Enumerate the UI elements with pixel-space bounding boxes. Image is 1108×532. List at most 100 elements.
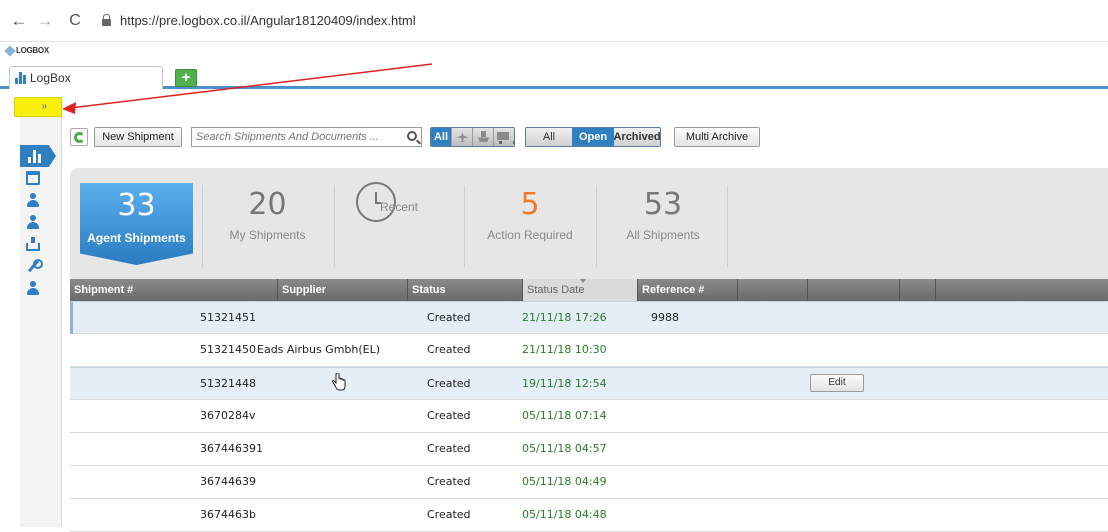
col-empty [808, 279, 900, 301]
lock-icon [102, 14, 111, 26]
table-row[interactable]: 36744639 Created 05/11/18 04:49 [70, 466, 1108, 499]
stat-all-shipments[interactable]: 53 All Shipments [603, 182, 723, 267]
logo-diamond-icon [4, 44, 16, 57]
col-supplier[interactable]: Supplier [278, 279, 408, 301]
tab-bar: LogBox + [0, 64, 1108, 89]
stat-my-shipments[interactable]: 20 My Shipments [210, 182, 325, 267]
table-row[interactable]: 367446391 Created 05/11/18 04:57 [70, 433, 1108, 466]
filter-open-button[interactable]: Open [572, 128, 614, 146]
transport-mode-filter: All [430, 127, 515, 147]
table-row[interactable]: 3670284v Created 05/11/18 07:14 [70, 400, 1108, 433]
filter-all-button[interactable]: All [526, 128, 572, 146]
back-arrow-icon[interactable]: ← [8, 11, 30, 31]
stat-count: 20 [248, 187, 287, 222]
stat-action-required[interactable]: 5 Action Required [470, 182, 590, 267]
cell-shipment: 51321451 [200, 311, 256, 324]
cell-status-date: 05/11/18 04:49 [522, 475, 607, 488]
divider [727, 185, 728, 267]
cell-reference: 9988 [651, 311, 679, 324]
stat-count: 53 [643, 187, 683, 222]
airplane-icon[interactable] [451, 128, 472, 146]
ship-icon[interactable] [472, 128, 493, 146]
url-text[interactable]: https://pre.logbox.co.il/Angular18120409… [120, 13, 416, 28]
table-row[interactable]: 51321448 Created 19/11/18 12:54 Edit [70, 367, 1108, 400]
col-empty [738, 279, 808, 301]
search-field[interactable] [191, 127, 422, 147]
filter-archived-button[interactable]: Archived [613, 128, 660, 146]
new-shipment-button[interactable]: New Shipment [94, 127, 182, 147]
cell-status: Created [427, 442, 471, 455]
cell-status-date: 05/11/18 04:48 [522, 508, 607, 521]
col-status[interactable]: Status [408, 279, 523, 301]
sidebar-user-icon[interactable] [26, 215, 40, 229]
table-row[interactable]: 51321451 Created 21/11/18 17:26 9988 [70, 301, 1108, 334]
sidebar-inbox-icon[interactable] [26, 237, 40, 251]
cell-shipment: 51321450 [200, 343, 256, 356]
cell-status: Created [427, 475, 471, 488]
logo-text: LOGBOX [16, 46, 49, 55]
truck-icon[interactable] [493, 128, 514, 146]
col-reference[interactable]: Reference # [638, 279, 738, 301]
cell-status: Created [427, 508, 471, 521]
cell-status-date: 21/11/18 17:26 [522, 311, 607, 324]
sort-desc-icon [580, 279, 586, 283]
stat-label: My Shipments [229, 228, 306, 242]
cell-status: Created [427, 343, 471, 356]
hand-cursor-icon [332, 373, 346, 391]
cell-status-date: 21/11/18 10:30 [522, 343, 607, 356]
cell-shipment: 51321448 [200, 377, 256, 390]
sidebar-item-dashboard[interactable] [20, 145, 56, 167]
search-input[interactable] [196, 131, 396, 143]
cell-supplier: Eads Airbus Gmbh(EL) [257, 343, 381, 356]
mode-all-button[interactable]: All [431, 128, 451, 146]
divider [464, 185, 465, 267]
app-logo: LOGBOX [4, 44, 49, 57]
browser-toolbar: ← → C https://pre.logbox.co.il/Angular18… [0, 0, 1108, 42]
shipments-grid: 51321451 Created 21/11/18 17:26 9988 513… [70, 301, 1108, 532]
table-row[interactable]: 3674463b Created 05/11/18 04:48 [70, 499, 1108, 532]
stat-count: 5 [520, 187, 540, 222]
col-status-date-label: Status Date [527, 284, 585, 296]
stat-label: Agent Shipments [87, 231, 186, 245]
stat-agent-shipments[interactable]: 33 Agent Shipments [80, 183, 193, 265]
forward-arrow-icon[interactable]: → [34, 11, 56, 31]
col-shipment[interactable]: Shipment # [70, 279, 278, 301]
cell-shipment: 367446391 [200, 442, 263, 455]
sidebar-wrench-icon[interactable] [26, 259, 43, 273]
tab-logbox[interactable]: LogBox [9, 66, 163, 89]
multi-archive-button[interactable]: Multi Archive [674, 127, 760, 147]
add-tab-button[interactable]: + [175, 69, 197, 87]
expand-sidebar-button[interactable]: » [14, 97, 62, 117]
reload-icon[interactable]: C [64, 12, 86, 30]
cell-status-date: 05/11/18 04:57 [522, 442, 607, 455]
address-bar[interactable]: https://pre.logbox.co.il/Angular18120409… [102, 13, 416, 28]
sidebar-window-icon[interactable] [26, 171, 40, 185]
cell-status: Created [427, 409, 471, 422]
sidebar-user-icon[interactable] [26, 193, 40, 207]
divider [202, 185, 203, 267]
bar-chart-icon [28, 150, 41, 163]
row-accent [70, 302, 73, 334]
cell-shipment: 36744639 [200, 475, 256, 488]
cell-shipment: 3670284v [200, 409, 256, 422]
stat-recent[interactable]: Recent [340, 182, 458, 267]
cell-status: Created [427, 377, 471, 390]
bar-chart-icon [15, 72, 26, 84]
col-empty [900, 279, 936, 301]
cell-status-date: 19/11/18 12:54 [522, 377, 607, 390]
stat-label: Action Required [487, 228, 573, 242]
sidebar-user-icon[interactable] [26, 281, 40, 295]
shipments-toolbar: New Shipment All All Open Archived Multi… [70, 126, 760, 148]
cell-status: Created [427, 311, 471, 324]
col-status-date[interactable]: Status Date [523, 279, 638, 301]
stat-count: 33 [117, 188, 156, 223]
cell-shipment: 3674463b [200, 508, 256, 521]
search-icon[interactable] [407, 131, 417, 141]
divider [596, 185, 597, 267]
refresh-icon [73, 131, 85, 143]
edit-button[interactable]: Edit [810, 374, 864, 392]
cell-status-date: 05/11/18 07:14 [522, 409, 607, 422]
refresh-button[interactable] [70, 128, 88, 146]
status-filter: All Open Archived [525, 127, 661, 147]
table-row[interactable]: 51321450 Eads Airbus Gmbh(EL) Created 21… [70, 334, 1108, 367]
